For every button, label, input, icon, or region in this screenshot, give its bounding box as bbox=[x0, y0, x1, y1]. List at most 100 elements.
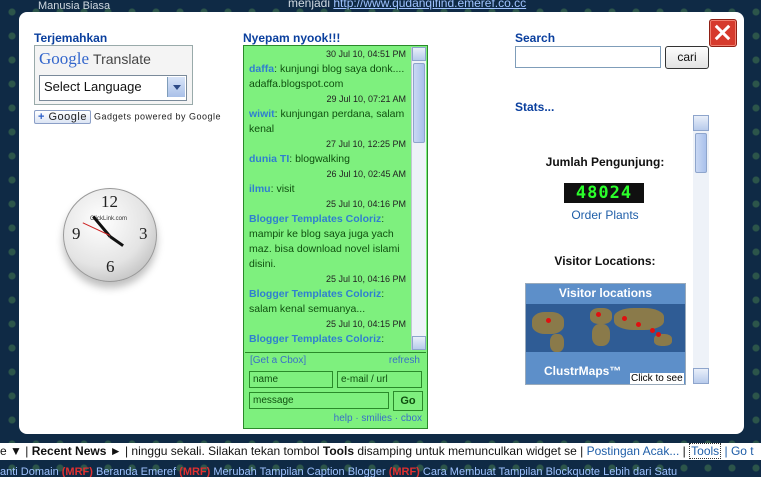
chat-message-author[interactable]: Blogger Templates Coloriz bbox=[249, 333, 381, 345]
background-blog-title: Manusia Biasa bbox=[38, 0, 111, 12]
recent-news-label: Recent News bbox=[31, 444, 107, 458]
language-select[interactable]: Select Language bbox=[39, 75, 187, 101]
ticker-text-2: disamping untuk memunculkan widget se | bbox=[357, 444, 584, 458]
search-input[interactable] bbox=[515, 46, 661, 68]
add-to-google-label: Google bbox=[48, 111, 87, 123]
chat-message-time: 30 Jul 10, 04:51 PM bbox=[325, 49, 406, 59]
news-ticker: e ▼ | Recent News ► | ninggu sekali. Sil… bbox=[0, 443, 761, 460]
clock-number-6: 6 bbox=[106, 257, 115, 276]
stats-scroll-thumb[interactable] bbox=[695, 133, 707, 173]
background-link[interactable]: http://www.qudanqifind.emeref.co.cc bbox=[333, 0, 526, 10]
chat-message-author[interactable]: dunia TI bbox=[249, 153, 289, 165]
background-text: menjadi http://www.qudanqifind.emeref.co… bbox=[288, 0, 526, 10]
refresh-link[interactable]: refresh bbox=[389, 355, 420, 366]
clock-number-12: 12 bbox=[101, 192, 118, 211]
ticker-arrow: ► bbox=[109, 444, 122, 458]
chat-message: 25 Jul 10, 04:15 PM Blogger Templates Col… bbox=[245, 317, 410, 347]
chat-box: 30 Jul 10, 04:51 PM daffa: kunjungi blog … bbox=[243, 45, 428, 429]
google-logo-text: Google bbox=[39, 49, 90, 68]
clock-widget[interactable]: 12 3 6 9 ClickLink.com bbox=[63, 188, 157, 282]
post-link[interactable]: Beranda Emeref bbox=[96, 466, 176, 477]
chat-message-time: 25 Jul 10, 04:15 PM bbox=[325, 319, 406, 329]
gadgets-powered-by: + Google Gadgets powered by Google bbox=[34, 110, 221, 124]
email-field[interactable]: e-mail / url bbox=[337, 371, 422, 388]
random-post-link[interactable]: Postingan Acak... bbox=[587, 444, 680, 458]
scroll-thumb[interactable] bbox=[413, 63, 425, 143]
add-to-google-button[interactable]: + Google bbox=[34, 110, 91, 124]
google-logo: Google Translate bbox=[39, 49, 151, 69]
map-brand: ClustrMaps™ bbox=[544, 364, 622, 378]
stats-heading: Stats... bbox=[515, 100, 555, 114]
chat-message-list: 30 Jul 10, 04:51 PM daffa: kunjungi blog … bbox=[245, 47, 410, 350]
search-heading: Search bbox=[515, 31, 556, 45]
visitor-locations-label: Visitor Locations: bbox=[554, 254, 656, 268]
google-translate-widget: Google Translate Select Language bbox=[34, 45, 193, 105]
chat-message: 29 Jul 10, 07:21 AM wiwit: kunjungan perd… bbox=[245, 92, 410, 137]
go-to-link[interactable]: | Go t bbox=[725, 444, 754, 458]
chat-message-text: visit bbox=[276, 183, 295, 195]
post-link[interactable]: anti Domain bbox=[0, 466, 59, 477]
scroll-up-icon[interactable] bbox=[412, 47, 426, 61]
post-links-bar: anti Domain (MRF) Beranda Emeref (MRF) M… bbox=[0, 466, 761, 477]
map-world bbox=[526, 304, 685, 352]
chat-heading: Nyepam nyook!!! bbox=[243, 31, 341, 45]
get-cbox-link[interactable]: [Get a Cbox] bbox=[250, 355, 306, 366]
translate-product-label: Translate bbox=[93, 51, 151, 67]
chat-message: 27 Jul 10, 12:25 PM dunia TI: blogwalking bbox=[245, 137, 410, 167]
visitor-map[interactable]: Visitor locations ClustrMaps™ Click to s… bbox=[525, 283, 686, 385]
chat-message-time: 25 Jul 10, 04:16 PM bbox=[325, 199, 406, 209]
chat-message-author[interactable]: ilmu bbox=[249, 183, 271, 195]
chat-message-time: 27 Jul 10, 12:25 PM bbox=[325, 139, 406, 149]
chat-form: [Get a Cbox] refresh name e-mail / url m… bbox=[245, 352, 426, 427]
go-button[interactable]: Go bbox=[393, 391, 423, 411]
chat-message-author[interactable]: wiwit bbox=[249, 108, 275, 120]
chat-message-text: salam kenal semuanya... bbox=[249, 303, 366, 315]
chat-scrollbar[interactable] bbox=[411, 47, 426, 350]
clock-number-3: 3 bbox=[139, 224, 148, 243]
background-prefix: menjadi bbox=[288, 0, 331, 10]
chat-message-colon: : bbox=[381, 288, 385, 300]
name-field[interactable]: name bbox=[249, 371, 333, 388]
stats-scrollbar[interactable] bbox=[693, 115, 709, 384]
chevron-down-icon[interactable] bbox=[167, 77, 185, 97]
chat-message-time: 29 Jul 10, 07:21 AM bbox=[326, 94, 406, 104]
map-click-text: Click to see bbox=[630, 373, 684, 384]
chat-message-text: blogwalking bbox=[295, 153, 350, 165]
ticker-text: | ninggu sekali. Silakan tekan tombol bbox=[124, 444, 320, 458]
scroll-down-icon[interactable] bbox=[412, 336, 426, 350]
ticker-prefix: e ▼ | bbox=[0, 444, 29, 458]
stats-scroll-up-icon[interactable] bbox=[693, 115, 709, 131]
chat-message-time: 25 Jul 10, 04:16 PM bbox=[325, 274, 406, 284]
chat-message: 25 Jul 10, 04:16 PM Blogger Templates Col… bbox=[245, 272, 410, 317]
chat-message-author[interactable]: Blogger Templates Coloriz bbox=[249, 288, 381, 300]
search-button[interactable]: cari bbox=[665, 46, 709, 69]
chat-message-text: mampir ke blog saya juga yach maz. bisa … bbox=[249, 228, 400, 270]
close-icon[interactable] bbox=[709, 19, 737, 47]
chat-message-author[interactable]: daffa bbox=[249, 63, 274, 75]
visitor-counter: 48024 bbox=[564, 183, 644, 203]
chat-message: 30 Jul 10, 04:51 PM daffa: kunjungi blog … bbox=[245, 47, 410, 92]
stats-area: Jumlah Pengunjung: 48024 Order Plants Vi… bbox=[519, 115, 691, 385]
chat-message-colon: : bbox=[381, 333, 385, 345]
message-field[interactable]: message bbox=[249, 392, 389, 409]
stats-scroll-down-icon[interactable] bbox=[693, 368, 709, 384]
mrf-badge: (MRF) bbox=[388, 466, 420, 477]
order-plants-link[interactable]: Order Plants bbox=[519, 208, 691, 222]
visitor-count-label: Jumlah Pengunjung: bbox=[545, 155, 665, 169]
tools-button[interactable]: Tools bbox=[689, 443, 722, 459]
ticker-separator: | bbox=[682, 444, 686, 458]
language-select-value: Select Language bbox=[44, 79, 142, 94]
gadgets-text: Gadgets powered by Google bbox=[93, 111, 222, 122]
clock-number-9: 9 bbox=[72, 224, 81, 243]
mrf-badge: (MRF) bbox=[61, 466, 93, 477]
post-link[interactable]: Merubah Tampilan Caption Blogger bbox=[213, 466, 385, 477]
map-title: Visitor locations bbox=[558, 286, 653, 300]
post-link[interactable]: Cara Membuat Tampilan Blockquote Lebih d… bbox=[423, 466, 677, 477]
ticker-tools-bold: Tools bbox=[322, 444, 354, 458]
clock-minute-hand bbox=[109, 235, 124, 247]
chat-message-colon: : bbox=[381, 213, 385, 225]
chat-footer-links[interactable]: help · smilies · cbox bbox=[334, 413, 422, 424]
translate-heading: Terjemahkan bbox=[34, 31, 108, 45]
chat-message-author[interactable]: Blogger Templates Coloriz bbox=[249, 213, 381, 225]
chat-message-time: 26 Jul 10, 02:45 AM bbox=[326, 169, 406, 179]
